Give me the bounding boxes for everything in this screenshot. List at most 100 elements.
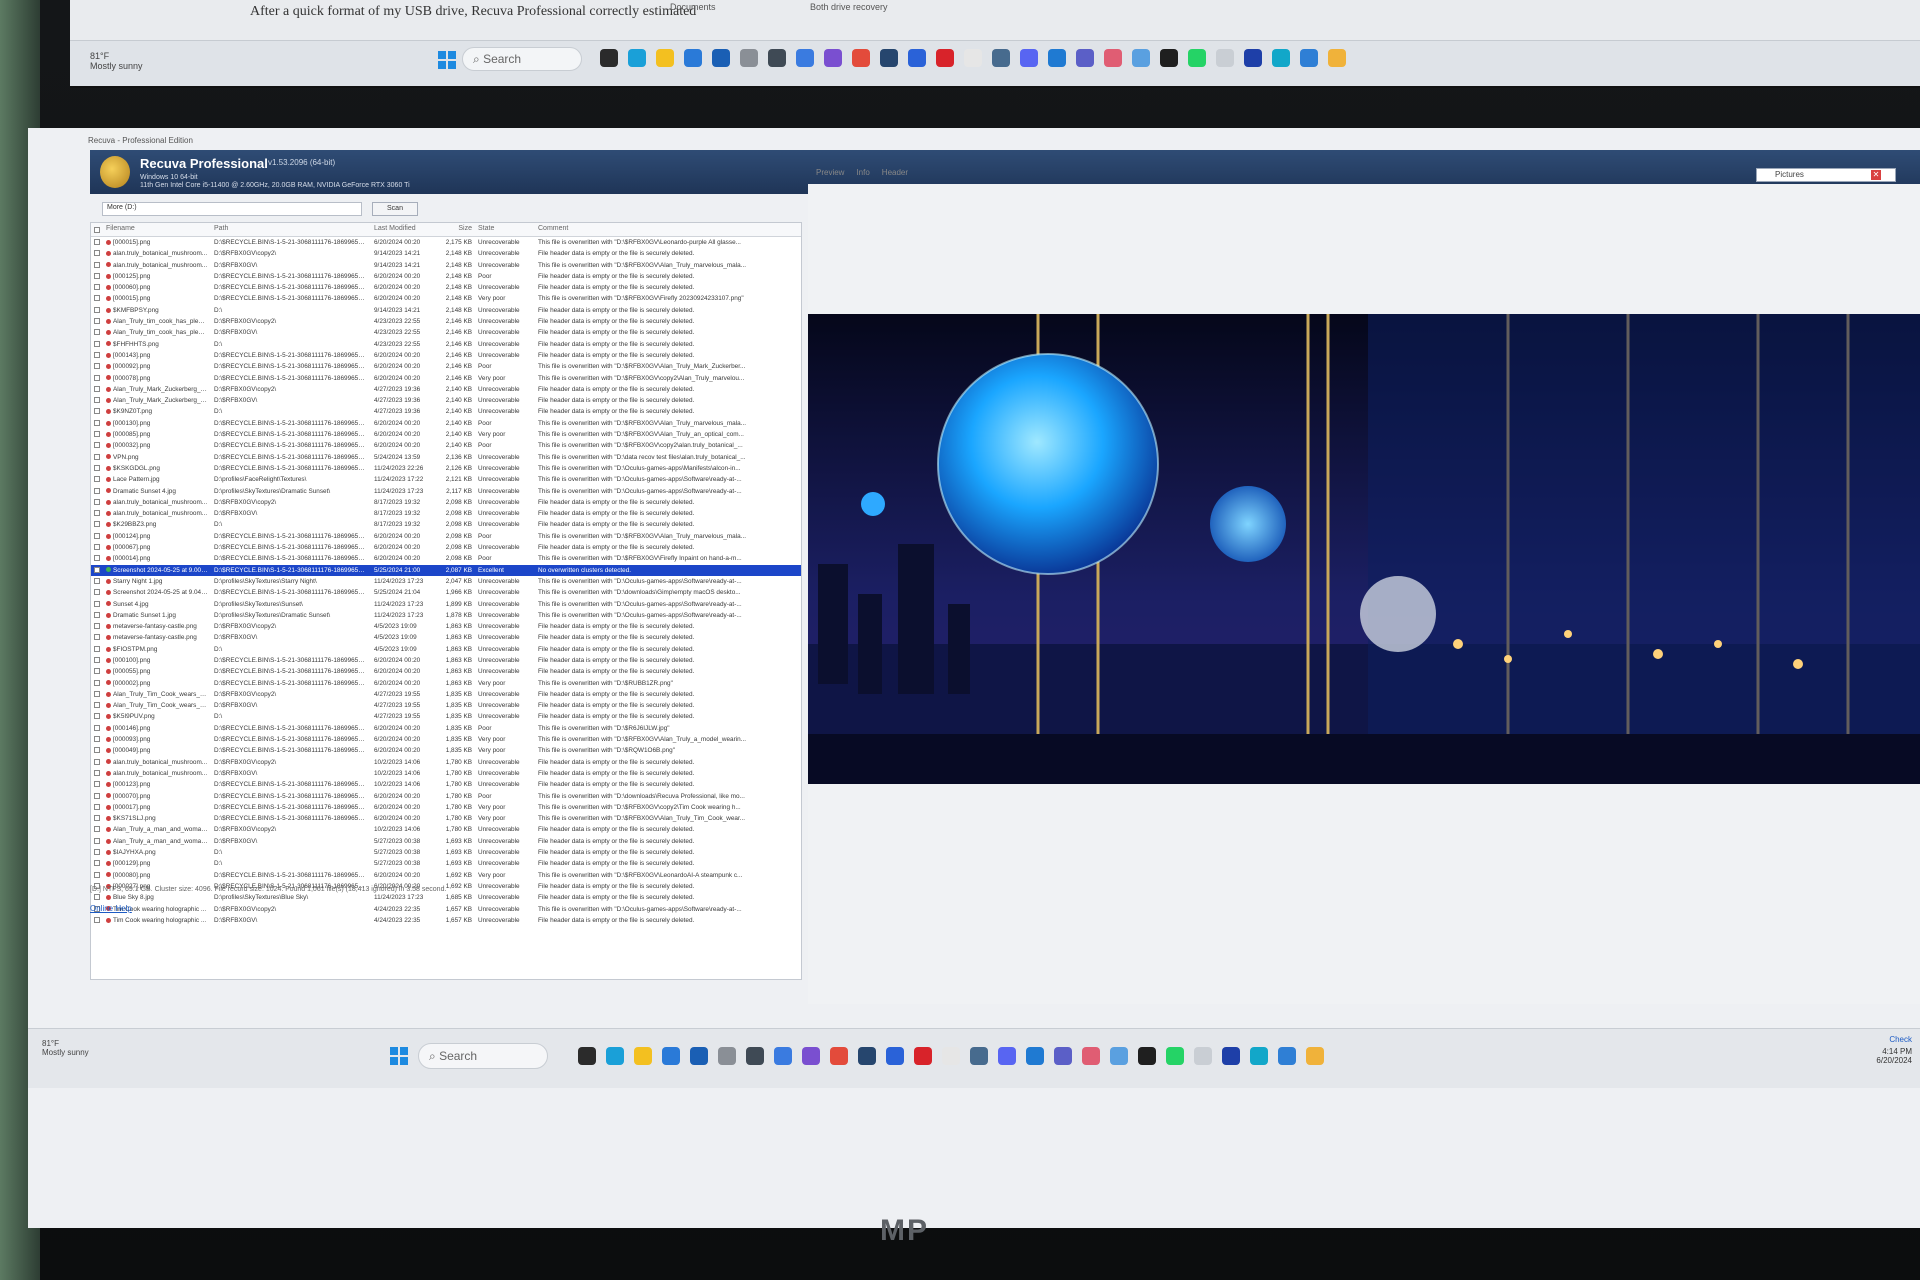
row-checkbox[interactable] bbox=[91, 745, 103, 756]
app-icon[interactable] bbox=[768, 49, 786, 67]
table-row[interactable]: [000049].png D:\$RECYCLE.BIN\S-1-5-21-306… bbox=[91, 745, 801, 756]
table-row[interactable]: Alan_Truly_a_man_and_woman... D:\$RFBX0GV… bbox=[91, 824, 801, 835]
app-icon[interactable] bbox=[712, 49, 730, 67]
checkbox-icon[interactable] bbox=[94, 815, 100, 822]
row-checkbox[interactable] bbox=[91, 689, 103, 700]
app-icon[interactable] bbox=[1110, 1047, 1128, 1065]
row-checkbox[interactable] bbox=[91, 666, 103, 677]
checkbox-icon[interactable] bbox=[94, 702, 100, 709]
row-checkbox[interactable] bbox=[91, 610, 103, 621]
table-row[interactable]: Screenshot 2024-05-25 at 9.04.2... D:\$RE… bbox=[91, 587, 801, 598]
row-checkbox[interactable] bbox=[91, 847, 103, 858]
row-checkbox[interactable] bbox=[91, 350, 103, 361]
row-checkbox[interactable] bbox=[91, 723, 103, 734]
checkbox-icon[interactable] bbox=[94, 544, 100, 551]
table-row[interactable]: metaverse-fantasy-castle.png D:\$RFBX0GV\… bbox=[91, 632, 801, 643]
table-row[interactable]: Alan_Truly_a_man_and_woman... D:\$RFBX0GV… bbox=[91, 836, 801, 847]
col-path[interactable]: Path bbox=[211, 223, 371, 236]
store-icon[interactable] bbox=[684, 49, 702, 67]
app-icon[interactable] bbox=[1300, 49, 1318, 67]
checkbox-icon[interactable] bbox=[94, 295, 100, 302]
table-row[interactable]: $FIOSTPM.png D:\ 4/5/2023 19:09 1,863 KB Unr… bbox=[91, 644, 801, 655]
row-checkbox[interactable] bbox=[91, 406, 103, 417]
table-row[interactable]: Starry Night 1.jpg D:\profiles\SkyTexture… bbox=[91, 576, 801, 587]
row-checkbox[interactable] bbox=[91, 734, 103, 745]
recuva-icon[interactable] bbox=[1328, 49, 1346, 67]
row-checkbox[interactable] bbox=[91, 768, 103, 779]
table-row[interactable]: [000060].png D:\$RECYCLE.BIN\S-1-5-21-306… bbox=[91, 282, 801, 293]
row-checkbox[interactable] bbox=[91, 463, 103, 474]
checkbox-icon[interactable] bbox=[94, 837, 100, 844]
tab-documents[interactable]: Documents bbox=[670, 2, 716, 12]
app-icon[interactable] bbox=[1048, 49, 1066, 67]
checkbox-icon[interactable] bbox=[94, 758, 100, 765]
table-row[interactable]: $K9NZ0T.png D:\ 4/27/2023 19:36 2,140 KB Unr… bbox=[91, 406, 801, 417]
checkbox-icon[interactable] bbox=[94, 713, 100, 720]
row-checkbox[interactable] bbox=[91, 599, 103, 610]
row-checkbox[interactable] bbox=[91, 452, 103, 463]
table-row[interactable]: [000093].png D:\$RECYCLE.BIN\S-1-5-21-306… bbox=[91, 734, 801, 745]
checkbox-icon[interactable] bbox=[94, 860, 100, 867]
checkbox-icon[interactable] bbox=[94, 498, 100, 505]
app-icon[interactable] bbox=[936, 49, 954, 67]
table-row[interactable]: alan.truly_botanical_mushroom... D:\$RFBX… bbox=[91, 248, 801, 259]
checkbox-icon[interactable] bbox=[94, 611, 100, 618]
app-icon[interactable] bbox=[880, 49, 898, 67]
row-checkbox[interactable] bbox=[91, 644, 103, 655]
row-checkbox[interactable] bbox=[91, 497, 103, 508]
row-checkbox[interactable] bbox=[91, 305, 103, 316]
teams-icon[interactable] bbox=[1076, 49, 1094, 67]
checkbox-icon[interactable] bbox=[94, 453, 100, 460]
checkbox-icon[interactable] bbox=[94, 521, 100, 528]
app-icon[interactable] bbox=[1244, 49, 1262, 67]
app-icon[interactable] bbox=[1216, 49, 1234, 67]
row-checkbox[interactable] bbox=[91, 361, 103, 372]
table-row[interactable]: [000092].png D:\$RECYCLE.BIN\S-1-5-21-306… bbox=[91, 361, 801, 372]
app-icon[interactable] bbox=[1272, 49, 1290, 67]
row-checkbox[interactable] bbox=[91, 632, 103, 643]
app-icon[interactable] bbox=[1194, 1047, 1212, 1065]
app-icon[interactable] bbox=[796, 49, 814, 67]
checkbox-icon[interactable] bbox=[94, 916, 100, 923]
table-row[interactable]: Screenshot 2024-05-25 at 9.00.4... D:\$RE… bbox=[91, 564, 801, 576]
table-row[interactable]: $FHFHHTS.png D:\ 4/23/2023 22:55 2,146 KB Un… bbox=[91, 339, 801, 350]
checkbox-icon[interactable] bbox=[94, 826, 100, 833]
table-row[interactable]: Dramatic Sunset 4.jpg D:\profiles\SkyText… bbox=[91, 486, 801, 497]
checkbox-icon[interactable] bbox=[94, 510, 100, 517]
store-icon[interactable] bbox=[662, 1047, 680, 1065]
app-icon[interactable] bbox=[1278, 1047, 1296, 1065]
checkbox-icon[interactable] bbox=[94, 464, 100, 471]
table-row[interactable]: Alan_Truly_Mark_Zuckerberg_w... D:\$RFBX0… bbox=[91, 395, 801, 406]
col-comment[interactable]: Comment bbox=[535, 223, 801, 236]
table-row[interactable]: Lace Pattern.jpg D:\profiles\FaceRelight\… bbox=[91, 474, 801, 485]
teams-icon[interactable] bbox=[1054, 1047, 1072, 1065]
app-icon[interactable] bbox=[914, 1047, 932, 1065]
row-checkbox[interactable] bbox=[91, 395, 103, 406]
app-icon[interactable] bbox=[1026, 1047, 1044, 1065]
row-checkbox[interactable] bbox=[91, 576, 103, 587]
table-row[interactable]: $K29BBZ3.png D:\ 8/17/2023 19:32 2,098 KB Un… bbox=[91, 519, 801, 530]
table-row[interactable]: [000124].png D:\$RECYCLE.BIN\S-1-5-21-306… bbox=[91, 531, 801, 542]
row-checkbox[interactable] bbox=[91, 519, 103, 530]
photos-icon[interactable] bbox=[992, 49, 1010, 67]
table-row[interactable]: $K5I9PUV.png D:\ 4/27/2023 19:55 1,835 KB Un… bbox=[91, 711, 801, 722]
row-checkbox[interactable] bbox=[91, 621, 103, 632]
checkbox-icon[interactable] bbox=[94, 679, 100, 686]
row-checkbox[interactable] bbox=[91, 553, 103, 564]
table-row[interactable]: $KMFBPSY.png D:\ 9/14/2023 14:21 2,148 KB Un… bbox=[91, 305, 801, 316]
table-row[interactable]: Alan_Truly_Mark_Zuckerberg_w... D:\$RFBX0… bbox=[91, 384, 801, 395]
clear-icon[interactable]: ✕ bbox=[1871, 170, 1881, 180]
checkbox-icon[interactable] bbox=[94, 769, 100, 776]
edge-icon[interactable] bbox=[606, 1047, 624, 1065]
table-row[interactable]: Alan_Truly_Tim_Cook_wears_sli... D:\$RFBX… bbox=[91, 689, 801, 700]
row-checkbox[interactable] bbox=[91, 440, 103, 451]
checkbox-icon[interactable] bbox=[94, 736, 100, 743]
check-link[interactable]: Check bbox=[1889, 1035, 1912, 1044]
filter-dropdown[interactable]: Pictures ✕ bbox=[1756, 168, 1896, 182]
table-row[interactable]: [000085].png D:\$RECYCLE.BIN\S-1-5-21-306… bbox=[91, 429, 801, 440]
discord-icon[interactable] bbox=[998, 1047, 1016, 1065]
row-checkbox[interactable] bbox=[91, 779, 103, 790]
app-icon[interactable] bbox=[908, 49, 926, 67]
checkbox-icon[interactable] bbox=[94, 634, 100, 641]
table-row[interactable]: [000017].png D:\$RECYCLE.BIN\S-1-5-21-306… bbox=[91, 802, 801, 813]
